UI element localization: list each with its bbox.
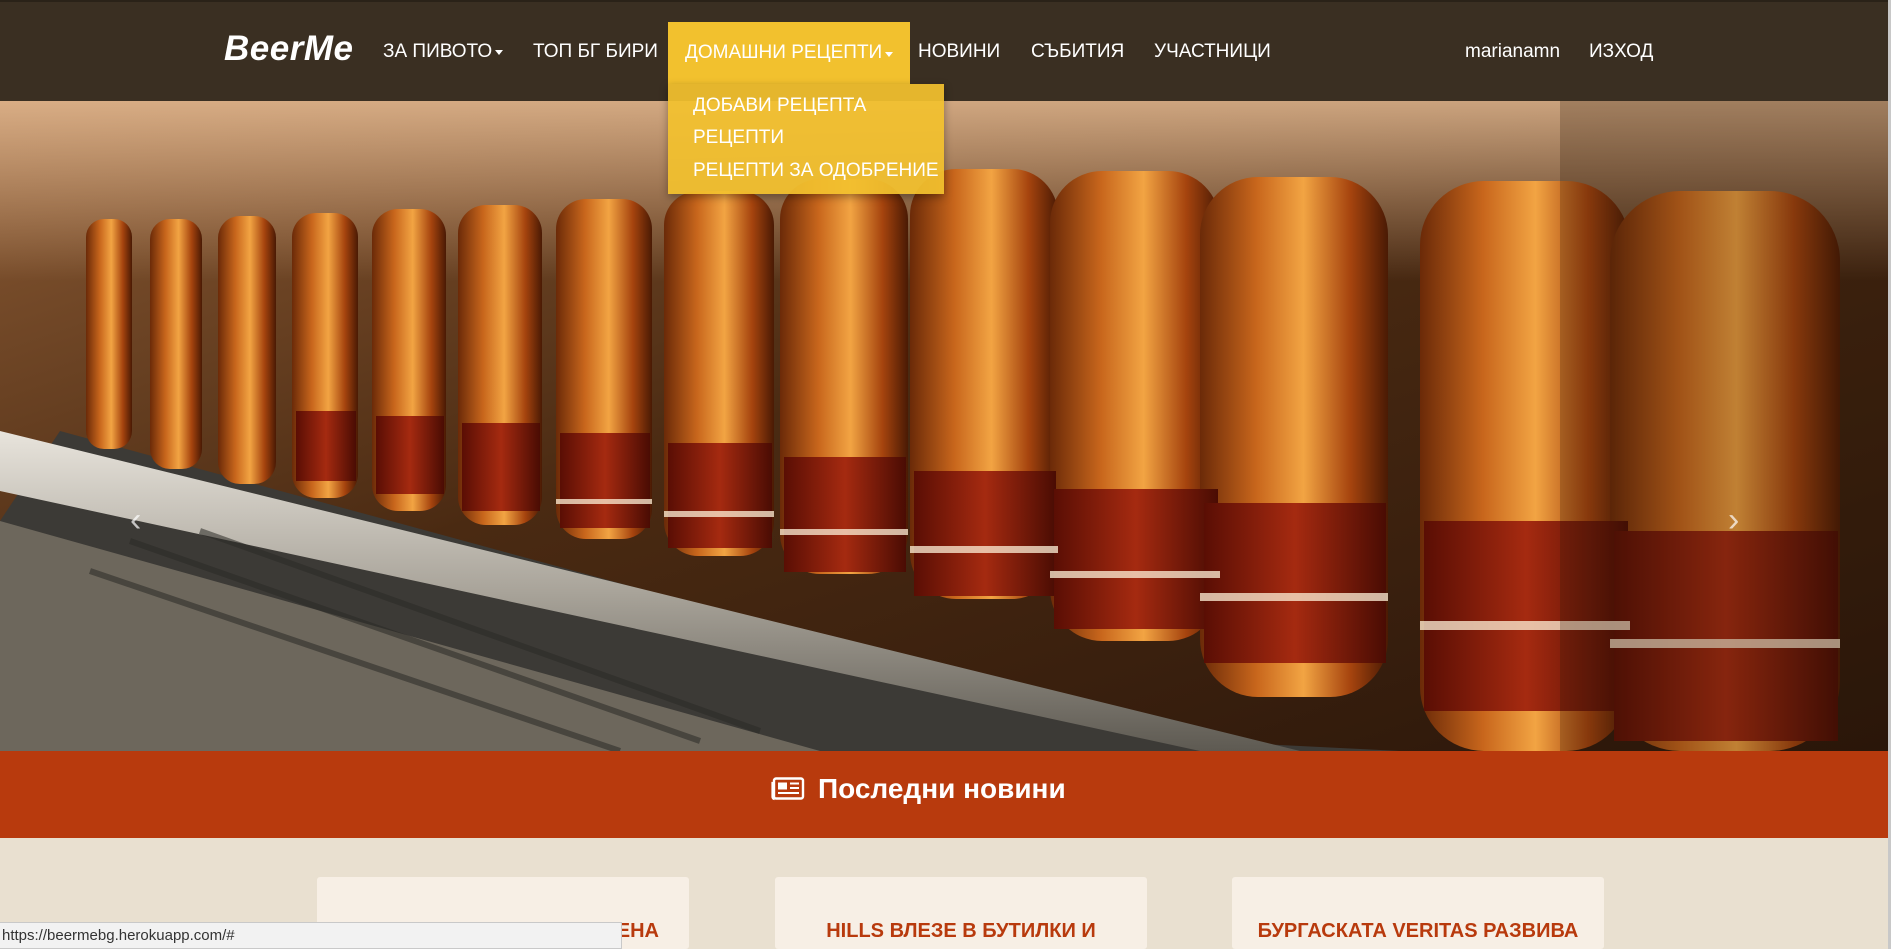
nav-user[interactable]: marianamn	[1465, 2, 1560, 101]
newspaper-icon	[771, 777, 805, 801]
nav-home-recipes-label: ДОМАШНИ РЕЦЕПТИ	[685, 42, 883, 63]
news-card-title[interactable]: HILLS ВЛЕЗЕ В БУТИЛКИ И	[775, 920, 1147, 943]
nav-members[interactable]: УЧАСТНИЦИ	[1154, 2, 1271, 101]
nav-logout[interactable]: ИЗХОД	[1589, 2, 1653, 101]
latest-news-header: Последни новини	[0, 751, 1888, 838]
dropdown-item-recipes-for-approval[interactable]: РЕЦЕПТИ ЗА ОДОБРЕНИЕ	[693, 160, 939, 182]
page: BeerMe ЗА ПИВОТО ТОП БГ БИРИ ДОМАШНИ РЕЦ…	[0, 0, 1888, 949]
dropdown-item-add-recipe[interactable]: ДОБАВИ РЕЦЕПТА	[693, 95, 866, 117]
hero-carousel: ‹ ›	[0, 101, 1888, 751]
chevron-down-icon	[495, 50, 504, 55]
latest-news-label: Последни новини	[818, 773, 1066, 804]
recipes-dropdown-menu: ДОБАВИ РЕЦЕПТА РЕЦЕПТИ РЕЦЕПТИ ЗА ОДОБРЕ…	[668, 84, 944, 194]
navbar: BeerMe ЗА ПИВОТО ТОП БГ БИРИ ДОМАШНИ РЕЦ…	[0, 0, 1888, 101]
nav-top-bg-beers[interactable]: ТОП БГ БИРИ	[533, 2, 658, 101]
nav-events[interactable]: СЪБИТИЯ	[1031, 2, 1124, 101]
carousel-next-arrow[interactable]: ›	[1728, 501, 1739, 540]
beer-bottles-image	[0, 101, 1888, 751]
carousel-prev-arrow[interactable]: ‹	[130, 501, 141, 540]
nav-home-recipes[interactable]: ДОМАШНИ РЕЦЕПТИ	[668, 22, 911, 84]
latest-news-title: Последни новини	[771, 773, 1066, 805]
nav-about-beer[interactable]: ЗА ПИВОТО	[383, 2, 504, 101]
chevron-down-icon	[885, 51, 894, 57]
brand-logo[interactable]: BeerMe	[224, 29, 353, 69]
news-card-title[interactable]: БУРГАСКАТА VERITAS РАЗВИВА	[1232, 920, 1604, 943]
news-card-3[interactable]: БУРГАСКАТА VERITAS РАЗВИВА	[1232, 877, 1604, 949]
nav-about-beer-label: ЗА ПИВОТО	[383, 40, 493, 62]
status-bar-url: https://beermebg.herokuapp.com/#	[0, 922, 622, 949]
news-card-2[interactable]: HILLS ВЛЕЗЕ В БУТИЛКИ И	[775, 877, 1147, 949]
dropdown-item-recipes[interactable]: РЕЦЕПТИ	[693, 127, 784, 149]
